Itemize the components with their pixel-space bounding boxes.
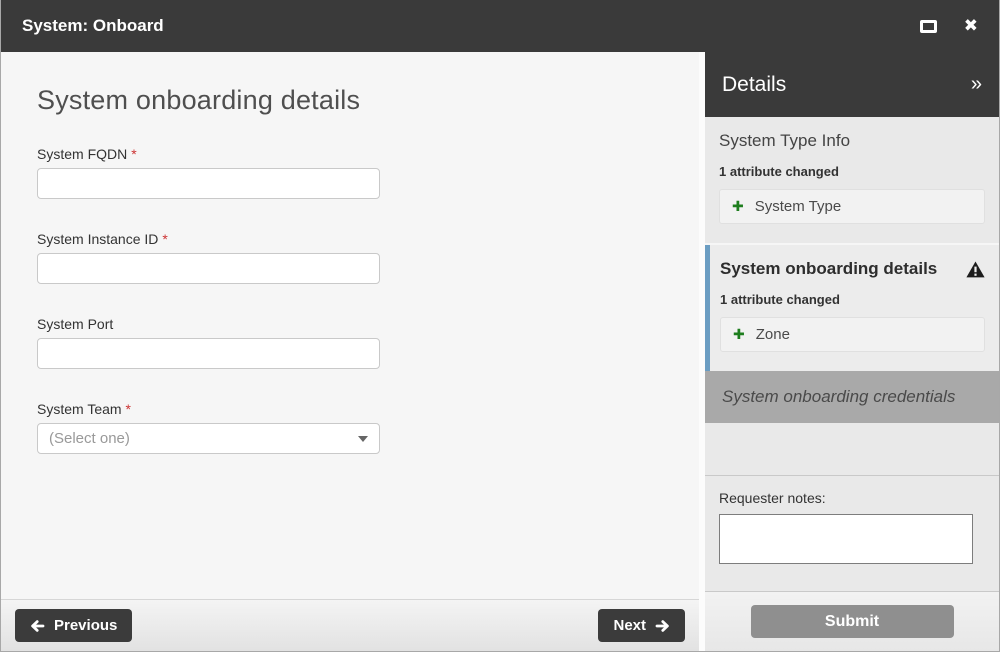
field-system-port: System Port	[37, 316, 663, 369]
next-button-label: Next	[613, 617, 646, 634]
changed-attribute-label: System Type	[755, 198, 841, 215]
titlebar: System: Onboard ✖	[1, 0, 999, 52]
previous-button[interactable]: Previous	[15, 609, 132, 642]
window-title: System: Onboard	[22, 16, 164, 36]
field-label: System Instance ID*	[37, 231, 663, 247]
system-fqdn-input[interactable]	[37, 168, 380, 199]
sidebar-footer: Submit	[705, 591, 999, 651]
field-system-team: System Team* (Select one)	[37, 401, 663, 454]
collapse-sidebar-icon[interactable]: »	[971, 73, 982, 96]
required-mark: *	[162, 231, 167, 247]
requester-notes-block: Requester notes:	[705, 475, 999, 577]
field-label-text: System Port	[37, 316, 113, 332]
sidebar-spacer	[705, 423, 999, 475]
page-title: System onboarding details	[37, 85, 663, 116]
window-controls: ✖	[920, 18, 978, 35]
onboard-dialog: System: Onboard ✖ System onboarding deta…	[0, 0, 1000, 652]
field-label: System FQDN*	[37, 146, 663, 162]
field-system-instance-id: System Instance ID*	[37, 231, 663, 284]
sidebar-section-system-onboarding-credentials: System onboarding credentials	[705, 371, 999, 423]
warning-icon	[966, 261, 985, 278]
close-icon[interactable]: ✖	[964, 18, 978, 35]
plus-icon: ✚	[732, 199, 744, 215]
chevron-down-icon	[358, 436, 368, 442]
wizard-footer: Previous Next	[1, 599, 699, 651]
changed-attribute-label: Zone	[756, 326, 790, 343]
submit-button[interactable]: Submit	[751, 605, 954, 638]
sidebar-section-system-onboarding-details: System onboarding details 1 attribute ch…	[705, 245, 999, 371]
attributes-changed-status: 1 attribute changed	[720, 292, 985, 307]
field-label-text: System Team	[37, 401, 122, 417]
field-system-fqdn: System FQDN*	[37, 146, 663, 199]
field-label-text: System Instance ID	[37, 231, 158, 247]
details-title: Details	[722, 73, 786, 97]
previous-button-label: Previous	[54, 617, 117, 634]
details-sidebar: Details » System Type Info 1 attribute c…	[705, 52, 999, 651]
field-label-text: System FQDN	[37, 146, 127, 162]
field-label: System Port	[37, 316, 663, 332]
details-header: Details »	[705, 52, 999, 117]
attributes-changed-status: 1 attribute changed	[719, 164, 985, 179]
select-value: (Select one)	[49, 430, 358, 447]
section-title: System onboarding details	[720, 259, 937, 279]
required-mark: *	[131, 146, 136, 162]
system-team-select[interactable]: (Select one)	[37, 423, 380, 454]
requester-notes-label: Requester notes:	[719, 490, 985, 506]
sidebar-section-system-type-info: System Type Info 1 attribute changed ✚ S…	[705, 117, 999, 243]
disabled-section-title: System onboarding credentials	[722, 387, 955, 407]
section-title: System Type Info	[719, 131, 850, 151]
changed-attribute-system-type[interactable]: ✚ System Type	[719, 189, 985, 224]
field-label: System Team*	[37, 401, 663, 417]
plus-icon: ✚	[733, 327, 745, 343]
arrow-right-icon	[655, 619, 670, 633]
main-panel: System onboarding details System FQDN* S…	[1, 52, 699, 651]
arrow-left-icon	[30, 619, 45, 633]
required-mark: *	[126, 401, 131, 417]
changed-attribute-zone[interactable]: ✚ Zone	[720, 317, 985, 352]
system-instance-id-input[interactable]	[37, 253, 380, 284]
maximize-icon[interactable]	[920, 20, 937, 33]
next-button[interactable]: Next	[598, 609, 685, 642]
requester-notes-input[interactable]	[719, 514, 973, 564]
system-port-input[interactable]	[37, 338, 380, 369]
